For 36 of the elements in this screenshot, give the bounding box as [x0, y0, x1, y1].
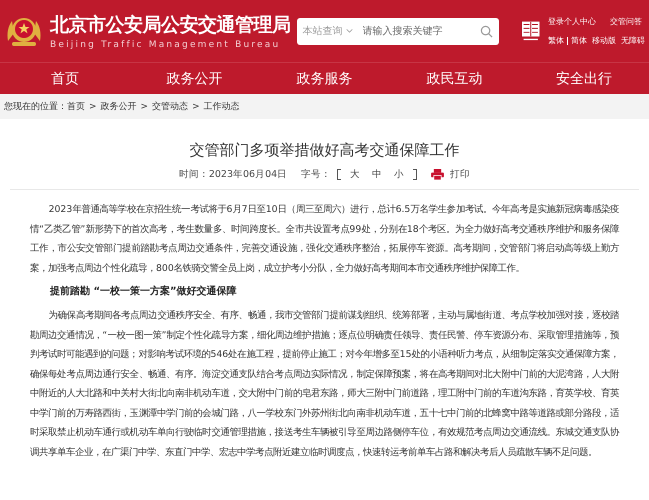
article-title: 交管部门多项举措做好高考交通保障工作: [188, 141, 460, 160]
nav-item[interactable]: 安全出行: [519, 70, 649, 88]
header-link[interactable]: 移动版: [592, 35, 616, 46]
nav-item[interactable]: 首页: [0, 70, 130, 88]
breadcrumb-separator: >: [89, 102, 97, 112]
header-link[interactable]: 简体: [571, 35, 587, 46]
font-size-link[interactable]: 小: [394, 168, 404, 181]
nav-item[interactable]: 政务服务: [260, 70, 390, 88]
print-link[interactable]: 打印: [450, 168, 470, 181]
bracket-icon: [413, 169, 418, 180]
breadcrumb-link[interactable]: 工作动态: [204, 100, 240, 113]
printer-icon[interactable]: [431, 169, 444, 180]
font-size-link[interactable]: 大: [350, 168, 360, 181]
nav-item[interactable]: 政民互动: [389, 70, 520, 88]
bracket-icon: [337, 169, 342, 180]
breadcrumb-separator: >: [140, 102, 148, 112]
chevron-down-icon[interactable]: [346, 29, 352, 33]
article-paragraph: 2023年普通高等学校在京招生统一考试将于6月7日至10日（周三至周六）进行，总计6.5万名学生参加考试。今年高考是实施新冠病毒感染疫情“乙类乙管”新形势下的首次高考，考生数量多、时间跨度长。全市共设置考点99处，分别在18个考区。为全力做好高考交通秩序维护和服务保障工作，市公安交管部门提前踏勘考点周边交通条件，完善交通设施，强化交通秩序整治，拓展停车资源。高考期间，交管部门将启动高等级上勤方案，加强考点周边个性化疏导，800名铁骑交警全员上岗，成立护考小分队，全力做好高考期间本市交通秩序维护保障工作。: [30, 203, 619, 276]
breadcrumb-link[interactable]: 首页: [67, 100, 85, 113]
section-heading: 提前踏勘 “一校一策一方案”做好交通保障: [48, 285, 238, 299]
date-label: 时间：2023年06月04日: [178, 168, 288, 181]
nav-item[interactable]: 政务公开: [130, 70, 260, 88]
header-link[interactable]: 无障碍: [621, 35, 645, 46]
breadcrumb-link[interactable]: 政务公开: [100, 100, 137, 113]
article-paragraph: 为确保高考期间各考点周边交通秩序安全、有序、畅通，我市交管部门提前谋划组织、统筹部署，主动与属地街道、考点学校加强对接，逐校踏勘周边交通情况，“一校一图一策”制定个性化疏导方案，细化周边维护措施；逐点位明确责任领导、责任民警、停车资源分布、采取管理措施等，预判考试时可能遇到的问题；对影响考试环境的546处在施工程，提前停止施工；对今年增多至15处的小语种听力考点，从细制定落实交通保障方案，确保每处考点周边通行安全、畅通、有序。海淀交通支队结合考点周边实际情况，制定保障预案，将在高考期间对北大附中门前的大泥湾路，人大附中附近的人大北路和中关村大街北向南非机动车道，交大附中门前的皂君东路，师大三附中门前道路，理工附中门前的车道沟东路，育英学校、育英中学门前的万寿路西街，玉渊潭中学门前的会城门路，八一学校东门外苏州街北向南非机动车道，五十七中门前的北蜂窝中路等道路或部分路段，适时采取禁止机动车通行或机动车单向行驶临时交通管理措施，接送考生车辆被引导至周边路侧停车位，有效规范考点周边交通流线。东城交通支队协调共享单车企业，在广渠门中学、东直门中学、宏志中学考点附近建立临时调度点，快速转运考前单车占路和解决考后人员疏散车辆不足问题。: [30, 309, 619, 460]
header-link[interactable]: 交管问答: [610, 16, 642, 27]
font-size-link[interactable]: 中: [372, 168, 382, 181]
breadcrumb-label: 您现在的位置：: [4, 100, 67, 113]
site-subtitle: Beijing Traffic Management Bureau: [50, 40, 282, 50]
font-size-label: 字号：: [301, 168, 332, 181]
breadcrumb-separator: >: [192, 102, 200, 112]
header-link[interactable]: 登录个人中心: [548, 16, 596, 27]
site-title: 北京市公安局公安交通管理局: [50, 13, 290, 38]
header-link[interactable]: 繁体: [548, 35, 564, 46]
breadcrumb-link[interactable]: 交管动态: [152, 100, 188, 113]
search-icon[interactable]: [480, 24, 492, 38]
